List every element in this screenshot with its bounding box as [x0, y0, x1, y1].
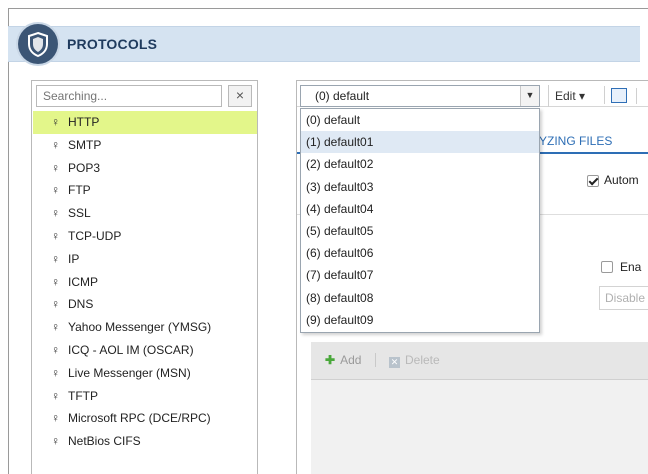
dropdown-option[interactable]: (7) default07	[301, 264, 539, 286]
dropdown-option[interactable]: (3) default03	[301, 176, 539, 198]
add-button[interactable]: ✚ Add	[325, 353, 361, 367]
dropdown-option[interactable]: (0) default	[301, 109, 539, 131]
list-item-label: Live Messenger (MSN)	[68, 365, 191, 380]
edit-menu-button[interactable]: Edit ▾	[548, 85, 591, 107]
dropdown-option[interactable]: (4) default04	[301, 198, 539, 220]
calendar-icon	[611, 88, 627, 103]
dropdown-option[interactable]: (6) default06	[301, 242, 539, 264]
profile-select-value: (0) default	[315, 89, 370, 103]
plus-icon: ✚	[325, 353, 336, 367]
add-label: Add	[340, 353, 362, 367]
protocol-icon: ♀	[51, 206, 60, 221]
delete-button[interactable]: ✕ Delete	[389, 353, 440, 368]
list-item-label: HTTP	[68, 115, 100, 129]
list-item[interactable]: ♀ Live Messenger (MSN)	[33, 362, 257, 385]
list-item[interactable]: ♀ Yahoo Messenger (YMSG)	[33, 316, 257, 339]
protocol-icon: ♀	[51, 342, 60, 357]
tab-analyzing-files[interactable]: YZING FILES	[539, 134, 612, 148]
grid-toolbar-separator	[375, 353, 376, 367]
dropdown-option[interactable]: (9) default09	[301, 309, 539, 331]
protocol-icon: ♀	[51, 274, 60, 289]
list-item-label: NetBios CIFS	[68, 434, 141, 449]
calendar-button[interactable]	[604, 86, 631, 104]
dropdown-option[interactable]: (1) default01	[301, 131, 539, 154]
list-item-label: SSL	[68, 206, 91, 221]
protocol-icon: ♀	[51, 388, 60, 403]
protocol-icon: ♀	[51, 411, 60, 426]
list-item[interactable]: ♀ FTP	[33, 179, 257, 202]
dropdown-option[interactable]: (2) default02	[301, 153, 539, 175]
protocol-list: ♀ HTTP ♀ SMTP ♀ POP3 ♀ FTP ♀ SSL ♀ TCP-UDP ♀ IP ♀ ICMP ♀…	[33, 111, 257, 453]
enable-label: Ena	[620, 260, 642, 274]
list-item[interactable]: ♀ SMTP	[33, 134, 257, 157]
protocol-icon: ♀	[51, 228, 60, 243]
protocol-icon: ♀	[51, 320, 60, 335]
clear-search-button[interactable]: ×	[228, 85, 252, 107]
list-item[interactable]: ♀ TCP-UDP	[33, 225, 257, 248]
list-item-label: POP3	[68, 160, 101, 175]
list-item[interactable]: ♀ POP3	[33, 157, 257, 180]
list-item[interactable]: ♀ NetBios CIFS	[33, 430, 257, 453]
chevron-down-icon[interactable]: ▼	[520, 86, 539, 106]
enable-checkbox[interactable]	[601, 261, 613, 273]
auto-checkbox[interactable]	[587, 175, 599, 187]
search-input[interactable]	[36, 85, 222, 107]
delete-icon: ✕	[389, 357, 400, 368]
protocol-icon: ♀	[51, 434, 60, 449]
list-item[interactable]: ♀ DNS	[33, 293, 257, 316]
disable-field[interactable]: Disable	[599, 286, 648, 310]
grid-body	[311, 380, 648, 474]
dropdown-option[interactable]: (8) default08	[301, 287, 539, 309]
list-item[interactable]: ♀ ICMP	[33, 271, 257, 294]
list-item[interactable]: ♀ IP	[33, 248, 257, 271]
protocol-icon: ♀	[51, 251, 60, 266]
list-item-label: IP	[68, 251, 80, 266]
protocol-icon: ♀	[51, 183, 60, 198]
list-item-label: DNS	[68, 297, 94, 312]
list-item-label: Microsoft RPC (DCE/RPC)	[68, 411, 211, 426]
shield-logo-icon	[18, 24, 58, 64]
list-item[interactable]: ♀ SSL	[33, 202, 257, 225]
protocol-icon: ♀	[51, 365, 60, 380]
list-item-label: TFTP	[68, 388, 98, 403]
list-item-label: ICMP	[68, 274, 98, 289]
profile-dropdown-menu: (0) default (1) default01 (2) default02 (3)…	[300, 108, 540, 333]
list-item-label: Yahoo Messenger (YMSG)	[68, 320, 212, 335]
toolbar-separator	[636, 88, 637, 104]
protocol-icon: ♀	[51, 160, 60, 175]
list-item-label: FTP	[68, 183, 91, 198]
page-title: PROTOCOLS	[67, 36, 158, 52]
dropdown-option[interactable]: (5) default05	[301, 220, 539, 242]
list-item[interactable]: ♀ TFTP	[33, 385, 257, 408]
delete-label: Delete	[405, 353, 440, 367]
protocol-icon: ♀	[51, 115, 60, 129]
protocol-icon: ♀	[51, 137, 60, 152]
list-item-label: ICQ - AOL IM (OSCAR)	[68, 342, 194, 357]
grid-toolbar	[311, 342, 648, 380]
auto-label: Autom	[604, 173, 639, 187]
list-item[interactable]: ♀ HTTP	[33, 111, 257, 134]
protocol-icon: ♀	[51, 297, 60, 312]
protocol-list-panel: × ♀ HTTP ♀ SMTP ♀ POP3 ♀ FTP ♀ SSL ♀ TCP-UDP ♀ IP ♀ ICM…	[31, 80, 258, 474]
list-item-label: SMTP	[68, 137, 102, 152]
list-item[interactable]: ♀ Microsoft RPC (DCE/RPC)	[33, 407, 257, 430]
list-item[interactable]: ♀ ICQ - AOL IM (OSCAR)	[33, 339, 257, 362]
list-item-label: TCP-UDP	[68, 228, 122, 243]
profile-select[interactable]: (0) default ▼	[300, 85, 540, 107]
